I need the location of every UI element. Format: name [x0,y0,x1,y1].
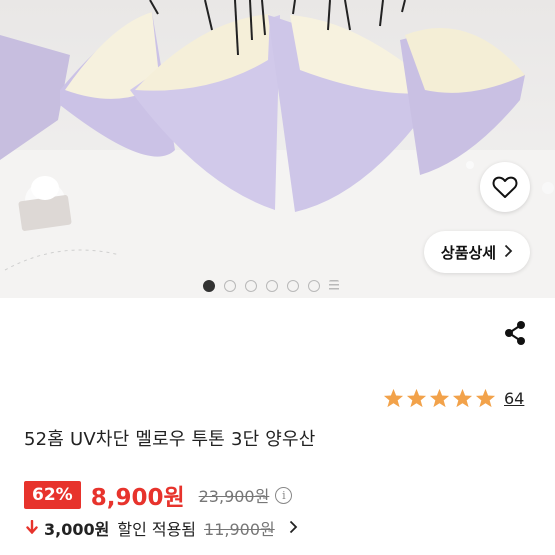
star-icon [429,388,450,408]
carousel-more-icon[interactable] [329,280,339,292]
product-detail-button[interactable]: 상품상세 [424,231,530,273]
star-icon [406,388,427,408]
chevron-right-icon [504,243,513,262]
info-circle-icon[interactable]: i [275,486,293,504]
original-price: 23,900원 [198,487,270,506]
carousel-dot[interactable] [287,280,299,292]
rating[interactable]: 64 [383,388,524,408]
share-icon [505,321,525,345]
product-page: 상품상세 64 52홈 UV차단 멜로우 투톤 3단 양우산 62% 8,900… [0,0,555,555]
discount-badge: 62% [24,481,81,509]
coupon-before-price: 11,900원 [204,520,275,539]
carousel-dot[interactable] [245,280,257,292]
product-image[interactable]: 상품상세 [0,0,555,298]
wishlist-button[interactable] [480,162,530,212]
star-icon [475,388,496,408]
carousel-dot[interactable] [308,280,320,292]
product-detail-label: 상품상세 [440,243,497,262]
coupon-label: 할인 적용됨 [117,520,197,539]
product-title: 52홈 UV차단 멜로우 투톤 3단 양우산 [24,429,316,450]
carousel-indicator [203,280,339,292]
share-button[interactable] [500,318,530,348]
heart-outline-icon [492,176,518,198]
carousel-dot[interactable] [224,280,236,292]
sale-price: 8,900원 [90,485,185,511]
carousel-dot[interactable] [203,280,215,292]
star-icon [383,388,404,408]
arrow-down-icon [26,519,38,538]
carousel-dot[interactable] [266,280,278,292]
chevron-right-icon[interactable] [289,519,298,538]
review-count-link[interactable]: 64 [504,389,524,408]
coupon-amount: 3,000원 [44,520,110,539]
star-icon [452,388,473,408]
rating-stars [383,388,496,408]
coupon-discount-row[interactable]: 3,000원 할인 적용됨 11,900원 [26,516,298,540]
price-row: 62% 8,900원 23,900원 i [24,478,293,512]
